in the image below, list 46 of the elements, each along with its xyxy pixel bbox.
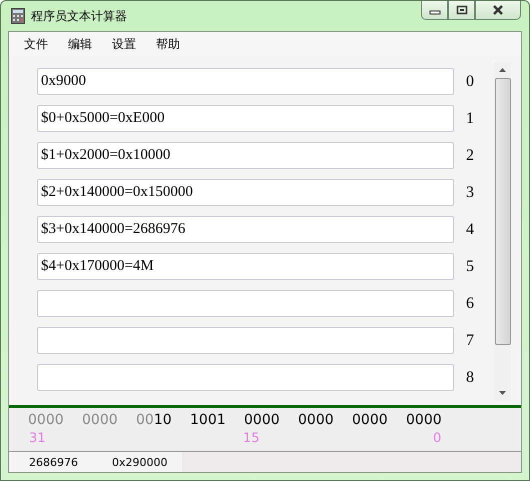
- bit-group: 0000: [82, 412, 136, 428]
- menu-item[interactable]: 设置: [109, 36, 147, 52]
- expression-field[interactable]: $4+0x170000=4M: [37, 253, 454, 280]
- line-number: 1: [466, 110, 475, 128]
- window-title: 程序员文本计算器: [31, 8, 127, 24]
- scroll-down-icon[interactable]: [499, 391, 506, 395]
- bit-position-label: 15: [243, 431, 260, 446]
- expression-field[interactable]: [37, 290, 454, 317]
- line-number: 6: [466, 294, 475, 312]
- expression-field[interactable]: $1+0x2000=0x10000: [37, 142, 454, 169]
- line-number: 2: [466, 146, 475, 164]
- line-number: 8: [466, 368, 475, 386]
- menu-item[interactable]: 编辑: [65, 36, 103, 52]
- maximize-button[interactable]: [448, 1, 475, 20]
- bit-position-label: 0: [433, 431, 442, 446]
- minimize-button[interactable]: [421, 1, 448, 20]
- close-button[interactable]: [475, 1, 521, 20]
- bit-group: 0000: [298, 412, 352, 428]
- status-text: 0x290000: [111, 456, 168, 468]
- bit-group: 1001: [190, 412, 244, 428]
- scroll-up-icon[interactable]: [499, 68, 506, 72]
- expression-field[interactable]: [37, 327, 454, 354]
- maximize-icon: [456, 5, 468, 15]
- bit-group: 0000: [28, 412, 82, 428]
- line-number: 3: [466, 184, 475, 202]
- expression-field[interactable]: 0x9000: [37, 68, 454, 95]
- bit-group: 0010: [136, 412, 190, 428]
- close-icon: [492, 5, 504, 15]
- bit-position-label: 31: [29, 431, 46, 446]
- line-number: 0: [466, 72, 475, 90]
- expression-field[interactable]: $3+0x140000=2686976: [37, 216, 454, 243]
- bit-group: 0000: [244, 412, 298, 428]
- line-number: 4: [466, 220, 475, 238]
- bit-group: 0000: [406, 412, 460, 428]
- line-number: 5: [466, 258, 475, 276]
- line-number: 7: [466, 332, 475, 350]
- bit-group: 0000: [352, 412, 406, 428]
- expression-field[interactable]: [37, 364, 454, 391]
- status-text: 2686976: [28, 456, 79, 468]
- scroll-thumb[interactable]: [494, 78, 510, 345]
- scrollbar[interactable]: [494, 62, 511, 401]
- expression-field[interactable]: $2+0x140000=0x150000: [37, 179, 454, 206]
- menu-item[interactable]: 文件: [21, 36, 59, 52]
- calculator-icon: [11, 8, 25, 24]
- menu-item[interactable]: 帮助: [153, 36, 191, 52]
- expression-field[interactable]: $0+0x5000=0xE000: [37, 105, 454, 132]
